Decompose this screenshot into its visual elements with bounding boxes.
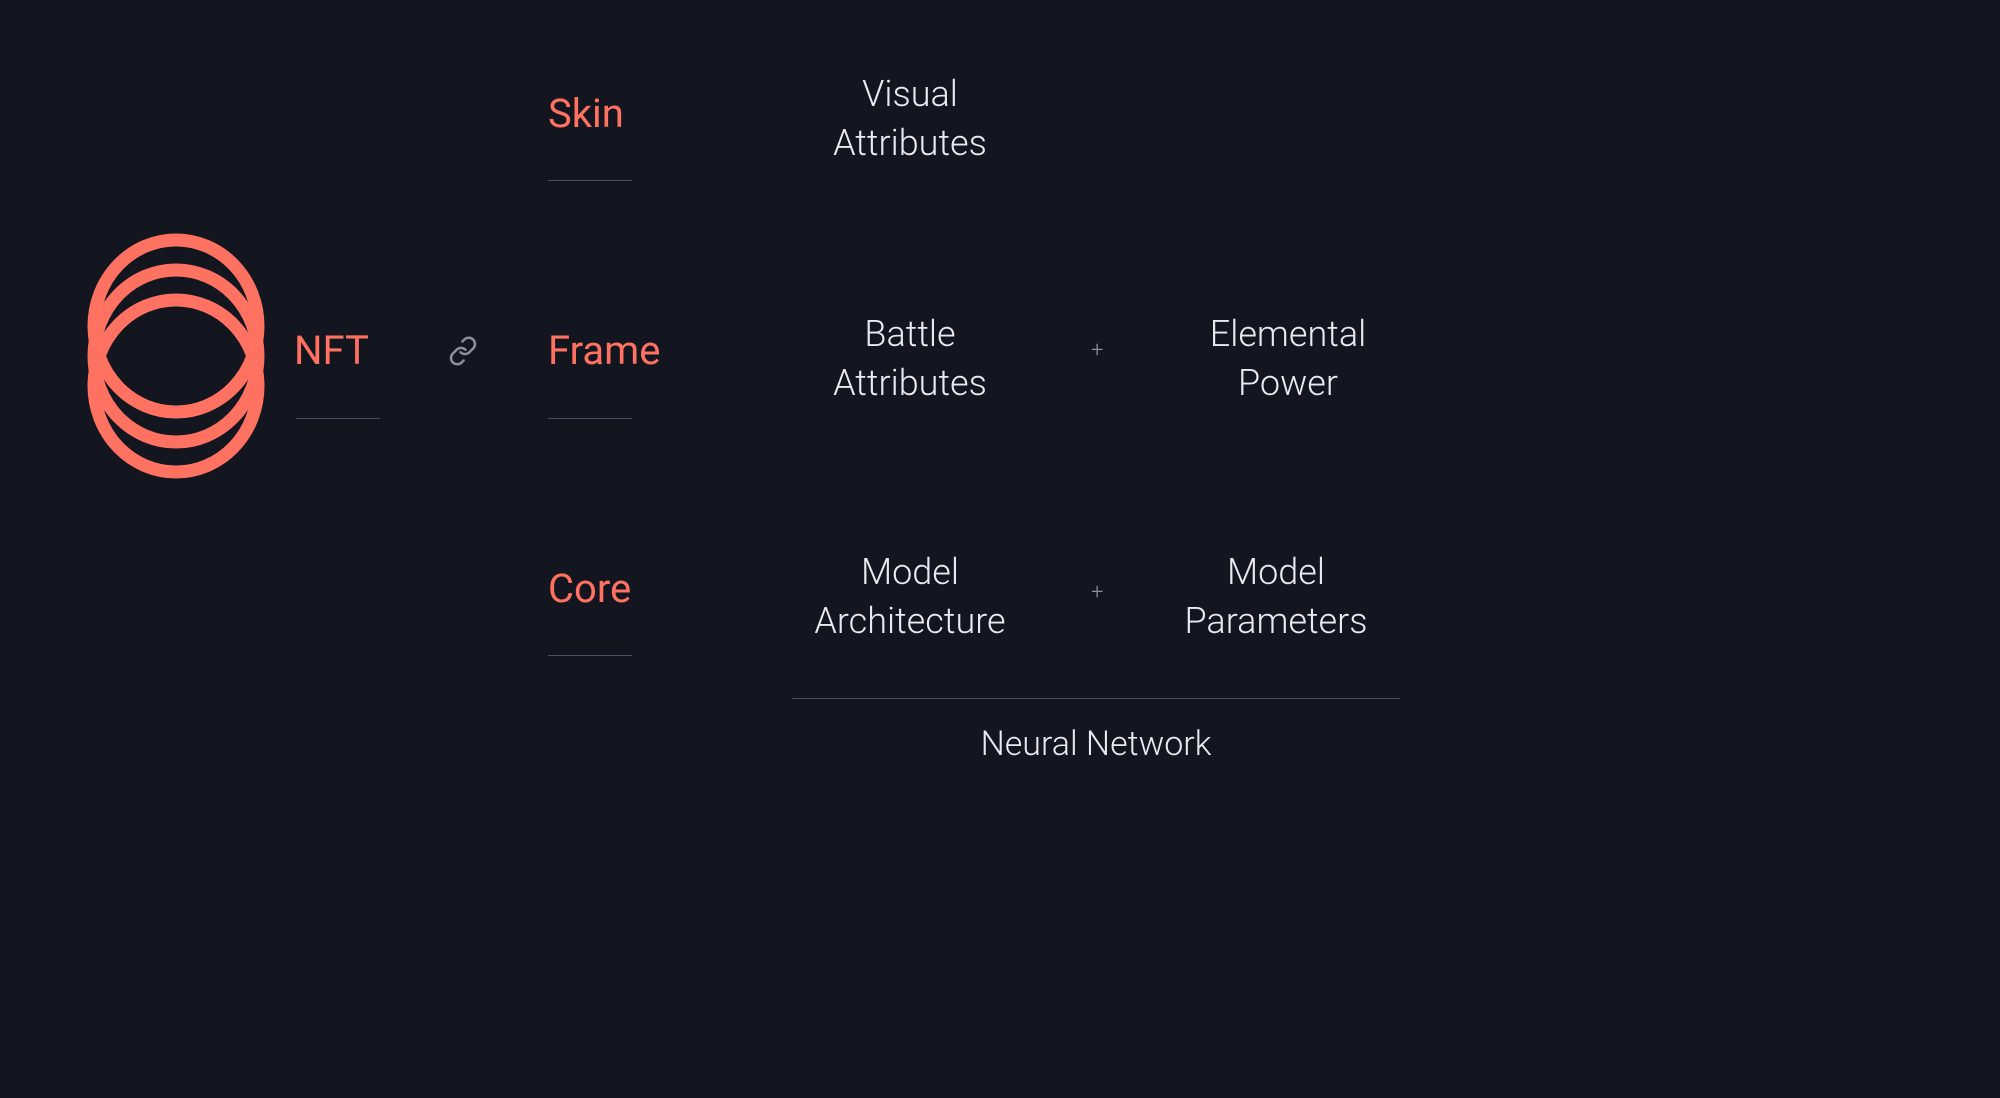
battle-attributes-label: Battle Attributes	[800, 310, 1020, 407]
plus-icon: +	[1091, 580, 1103, 605]
neural-network-label: Neural Network	[792, 724, 1400, 764]
rings-logo-icon	[82, 226, 270, 486]
nft-underline	[296, 418, 380, 419]
neural-network-divider	[792, 698, 1400, 699]
link-icon	[448, 336, 478, 373]
frame-layer-label: Frame	[548, 327, 660, 374]
visual-attributes-label: Visual Attributes	[810, 70, 1010, 167]
elemental-power-label: Elemental Power	[1178, 310, 1398, 407]
core-underline	[548, 655, 632, 656]
core-layer-label: Core	[548, 565, 631, 612]
skin-layer-label: Skin	[548, 90, 624, 137]
skin-underline	[548, 180, 632, 181]
frame-underline	[548, 418, 632, 419]
nft-root-label: NFT	[294, 327, 369, 374]
plus-icon: +	[1091, 338, 1103, 363]
model-parameters-label: Model Parameters	[1156, 548, 1396, 645]
model-architecture-label: Model Architecture	[792, 548, 1028, 645]
